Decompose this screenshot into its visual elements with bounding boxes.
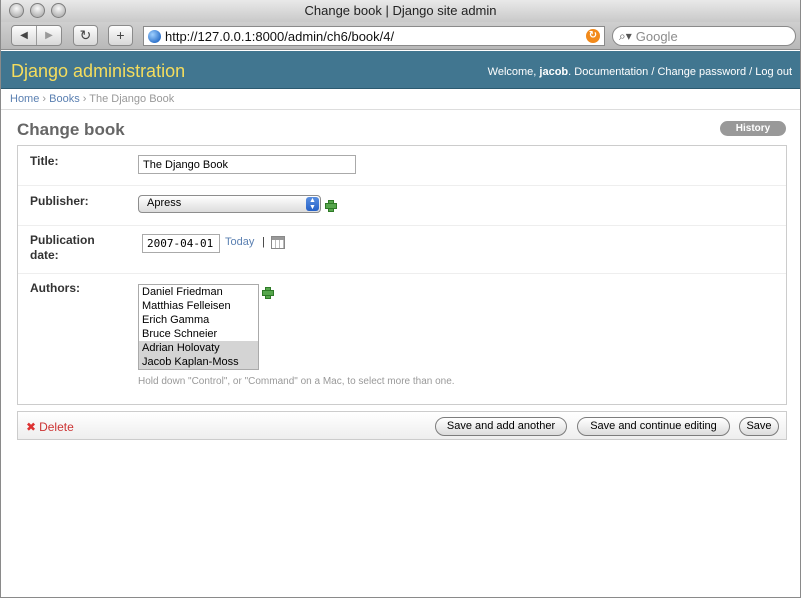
minimize-window-button[interactable]: [30, 3, 45, 18]
user-tools-separator: /: [746, 66, 756, 78]
save-and-add-another-button[interactable]: Save and add another: [435, 417, 567, 436]
breadcrumb: Home › Books › The Django Book: [1, 90, 800, 110]
save-and-continue-button[interactable]: Save and continue editing: [577, 417, 730, 436]
documentation-link[interactable]: Documentation: [574, 66, 648, 78]
breadcrumb-books[interactable]: Books: [49, 93, 80, 105]
welcome-text: Welcome,: [487, 66, 540, 78]
username: jacob: [539, 66, 569, 78]
title-field[interactable]: [138, 155, 356, 174]
delete-icon: ✖: [26, 420, 37, 434]
publisher-selected-value: Apress: [147, 197, 182, 209]
add-bookmark-button[interactable]: +: [108, 25, 133, 46]
author-option[interactable]: Bruce Schneier: [139, 327, 258, 341]
user-tools: Welcome, jacob. Documentation / Change p…: [488, 66, 792, 78]
publisher-label: Publisher:: [30, 194, 89, 208]
submit-row: ✖ Delete Save and add another Save and co…: [17, 411, 787, 440]
close-window-button[interactable]: [9, 3, 24, 18]
search-icon[interactable]: ⌕▾: [619, 29, 632, 44]
address-bar[interactable]: http://127.0.0.1:8000/admin/ch6/book/4/ …: [143, 26, 605, 46]
today-link[interactable]: Today: [225, 236, 254, 248]
publication-date-label: Publication date:: [30, 233, 95, 263]
log-out-link[interactable]: Log out: [755, 66, 792, 78]
form-row-publisher: Publisher:: [18, 186, 786, 226]
author-option[interactable]: Matthias Felleisen: [139, 299, 258, 313]
publication-date-label-line2: date:: [30, 248, 59, 262]
title-bar: Change book | Django site admin: [1, 0, 800, 22]
author-option[interactable]: Erich Gamma: [139, 313, 258, 327]
admin-header: Django administration Welcome, jacob. Do…: [1, 51, 800, 89]
page-title: Change book: [17, 120, 125, 139]
author-option[interactable]: Daniel Friedman: [139, 285, 258, 299]
authors-help-text: Hold down "Control", or "Command" on a M…: [138, 376, 455, 387]
add-publisher-icon[interactable]: [325, 200, 337, 212]
browser-window: Change book | Django site admin ◀ ▶ ↻ + …: [0, 0, 801, 598]
site-brand[interactable]: Django administration: [11, 61, 185, 82]
zoom-window-button[interactable]: [51, 3, 66, 18]
author-option[interactable]: Jacob Kaplan-Moss: [139, 355, 258, 369]
change-password-link[interactable]: Change password: [657, 66, 746, 78]
form-row-title: Title:: [18, 146, 786, 186]
breadcrumb-separator: ›: [39, 93, 50, 105]
breadcrumb-home[interactable]: Home: [10, 93, 39, 105]
book-form: Title: Publisher: Publicationdate: Autho…: [17, 145, 787, 405]
reload-button[interactable]: ↻: [73, 25, 98, 46]
publication-date-field[interactable]: 2007-04-01: [142, 234, 220, 253]
author-option[interactable]: Adrian Holovaty: [139, 341, 258, 355]
browser-toolbar: ◀ ▶ ↻ + http://127.0.0.1:8000/admin/ch6/…: [1, 22, 800, 50]
site-icon: [148, 29, 161, 43]
forward-button[interactable]: ▶: [36, 26, 61, 45]
back-forward-buttons: ◀ ▶: [11, 25, 62, 46]
window-title: Change book | Django site admin: [304, 3, 497, 18]
breadcrumb-separator: ›: [79, 93, 90, 105]
back-button[interactable]: ◀: [12, 26, 36, 45]
calendar-icon[interactable]: [271, 236, 285, 249]
publisher-select[interactable]: Apress ▲ ▼: [138, 195, 321, 213]
window-controls: [9, 3, 66, 18]
delete-link[interactable]: ✖ Delete: [26, 420, 74, 434]
add-author-icon[interactable]: [262, 287, 274, 299]
authors-multiselect[interactable]: Daniel Friedman Matthias Felleisen Erich G…: [138, 284, 259, 370]
select-arrows-icon: ▲ ▼: [306, 197, 319, 211]
publication-date-label-line1: Publication: [30, 233, 95, 247]
breadcrumb-current: The Django Book: [89, 93, 175, 105]
form-row-publication-date: Publication date:: [18, 226, 786, 274]
reload-page-icon[interactable]: ↻: [586, 29, 600, 43]
date-separator: |: [262, 236, 265, 248]
delete-label: Delete: [39, 420, 74, 434]
authors-label: Authors:: [30, 281, 80, 295]
save-button[interactable]: Save: [739, 417, 779, 436]
search-field[interactable]: ⌕▾ Google: [612, 26, 796, 46]
search-placeholder: Google: [635, 28, 678, 44]
title-label: Title:: [30, 154, 59, 168]
url-text[interactable]: http://127.0.0.1:8000/admin/ch6/book/4/: [165, 29, 586, 44]
history-button[interactable]: History: [720, 121, 786, 136]
